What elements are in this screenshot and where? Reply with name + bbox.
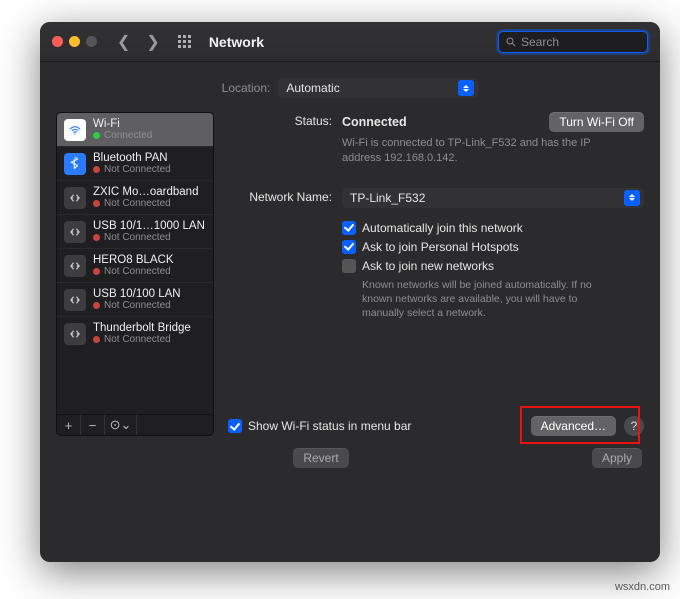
service-wifi[interactable]: Wi-Fi Connected [57,113,213,147]
service-status: Not Connected [93,300,206,311]
search-icon [505,36,517,48]
ethernet-icon [64,323,86,345]
service-zxic[interactable]: ZXIC Mo…oardband Not Connected [57,181,213,215]
status-value: Connected [342,115,407,129]
status-dot-icon [93,268,100,275]
service-usb-1000[interactable]: USB 10/1…1000 LAN Not Connected [57,215,213,249]
network-prefs-window: ❮ ❯ Network Search Location: Automatic [40,22,660,562]
service-text: Bluetooth PAN Not Connected [93,152,206,175]
options-row: Automatically join this network Ask to j… [228,216,644,321]
updown-icon [458,80,474,96]
auto-join-label: Automatically join this network [362,221,523,235]
ask-new-label: Ask to join new networks [362,259,494,273]
service-hero8[interactable]: HERO8 BLACK Not Connected [57,249,213,283]
window-title: Network [209,34,264,50]
ethernet-icon [64,289,86,311]
service-text: USB 10/100 LAN Not Connected [93,288,206,311]
footer: Revert Apply [40,436,660,482]
watermark: wsxdn.com [615,581,670,593]
menubar-row: Show Wi-Fi status in menu bar Advanced… … [228,416,644,436]
forward-button[interactable]: ❯ [142,32,163,52]
zoom-window-button[interactable] [86,36,97,47]
location-label: Location: [222,81,271,95]
revert-button[interactable]: Revert [293,448,348,468]
status-dot-icon [93,132,100,139]
search-placeholder: Search [521,35,559,49]
status-row: Status: Connected Turn Wi-Fi Off Wi-Fi i… [228,112,644,166]
service-name: HERO8 BLACK [93,254,206,266]
service-status: Not Connected [93,334,206,345]
ask-hotspot-checkbox[interactable]: Ask to join Personal Hotspots [342,240,644,254]
service-list: Wi-Fi Connected Bluetooth PAN Not Connec… [56,112,214,350]
service-text: USB 10/1…1000 LAN Not Connected [93,220,206,243]
titlebar: ❮ ❯ Network Search [40,22,660,62]
service-thunderbolt[interactable]: Thunderbolt Bridge Not Connected [57,317,213,350]
service-name: USB 10/100 LAN [93,288,206,300]
service-name: USB 10/1…1000 LAN [93,220,206,232]
advanced-button[interactable]: Advanced… [531,416,616,436]
service-bluetooth-pan[interactable]: Bluetooth PAN Not Connected [57,147,213,181]
network-name-select[interactable]: TP-Link_F532 [342,188,644,208]
ethernet-icon [64,187,86,209]
wifi-icon [64,119,86,141]
remove-service-button[interactable]: − [81,415,105,435]
apply-button[interactable]: Apply [592,448,642,468]
service-text: HERO8 BLACK Not Connected [93,254,206,277]
search-input[interactable]: Search [498,31,648,53]
add-service-button[interactable]: + [57,415,81,435]
service-name: Wi-Fi [93,118,206,130]
ask-new-checkbox[interactable]: Ask to join new networks [342,259,644,273]
checkbox-icon [342,221,356,235]
window-controls [52,36,97,47]
show-all-icon[interactable] [178,35,191,48]
ethernet-icon [64,255,86,277]
service-status: Not Connected [93,198,206,209]
location-select[interactable]: Automatic [278,78,478,98]
network-name-value: TP-Link_F532 [350,191,425,205]
service-name: Bluetooth PAN [93,152,206,164]
back-button[interactable]: ❮ [113,32,134,52]
service-name: ZXIC Mo…oardband [93,186,206,198]
service-status: Not Connected [93,266,206,277]
service-name: Thunderbolt Bridge [93,322,206,334]
sidebar-spacer [56,350,214,414]
close-window-button[interactable] [52,36,63,47]
sidebar: Wi-Fi Connected Bluetooth PAN Not Connec… [56,112,214,436]
updown-icon [624,190,640,206]
ask-new-hint: Known networks will be joined automatica… [362,278,612,321]
auto-join-checkbox[interactable]: Automatically join this network [342,221,644,235]
status-dot-icon [93,234,100,241]
checkbox-icon [342,259,356,273]
help-button[interactable]: ? [624,416,644,436]
service-actions-button[interactable]: ⊙⌄ [105,415,137,435]
sidebar-footer: + − ⊙⌄ [56,414,214,436]
ask-hotspot-label: Ask to join Personal Hotspots [362,240,519,254]
service-status: Connected [93,130,206,141]
status-dot-icon [93,302,100,309]
show-menubar-label: Show Wi-Fi status in menu bar [248,419,411,433]
status-dot-icon [93,166,100,173]
status-dot-icon [93,200,100,207]
service-status: Not Connected [93,164,206,175]
location-row: Location: Automatic [40,62,660,112]
service-status: Not Connected [93,232,206,243]
turn-wifi-off-button[interactable]: Turn Wi-Fi Off [549,112,644,132]
status-label: Status: [228,112,342,128]
location-value: Automatic [286,81,339,95]
network-name-label: Network Name: [228,188,342,204]
ethernet-icon [64,221,86,243]
service-text: Wi-Fi Connected [93,118,206,141]
service-usb-100[interactable]: USB 10/100 LAN Not Connected [57,283,213,317]
checkbox-icon [342,240,356,254]
minimize-window-button[interactable] [69,36,80,47]
service-text: Thunderbolt Bridge Not Connected [93,322,206,345]
show-menubar-checkbox[interactable] [228,419,242,433]
status-dot-icon [93,336,100,343]
service-text: ZXIC Mo…oardband Not Connected [93,186,206,209]
status-description: Wi-Fi is connected to TP-Link_F532 and h… [342,136,602,166]
detail-panel: Status: Connected Turn Wi-Fi Off Wi-Fi i… [228,112,644,436]
bluetooth-icon [64,153,86,175]
body: Wi-Fi Connected Bluetooth PAN Not Connec… [40,112,660,436]
network-name-row: Network Name: TP-Link_F532 [228,188,644,208]
